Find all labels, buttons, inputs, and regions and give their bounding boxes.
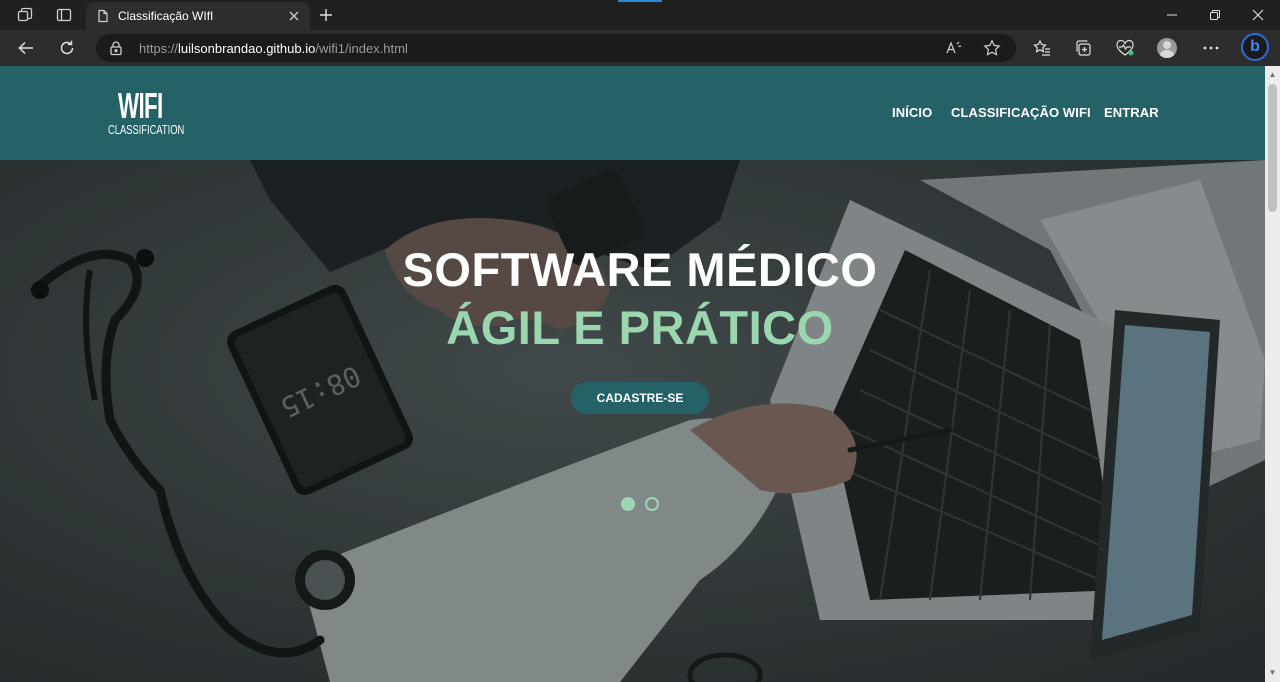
plus-icon[interactable] bbox=[315, 4, 337, 26]
url-text[interactable]: https://luilsonbrandao.github.io/wifi1/i… bbox=[139, 41, 408, 56]
logo-wordmark: WIFI bbox=[118, 85, 163, 126]
browser-toolbar: https://luilsonbrandao.github.io/wifi1/i… bbox=[0, 30, 1280, 66]
url-scheme: https:// bbox=[139, 41, 179, 56]
more-icon[interactable] bbox=[1198, 36, 1224, 60]
performance-icon[interactable] bbox=[1112, 36, 1138, 60]
scrollbar-thumb[interactable] bbox=[1268, 84, 1277, 212]
nav-link-inicio[interactable]: INÍCIO bbox=[892, 105, 932, 120]
site-navbar: WIFI CLASSIFICATION INÍCIO CLASSIFICAÇÃO… bbox=[0, 66, 1265, 160]
close-icon[interactable] bbox=[286, 8, 302, 24]
tab-active[interactable]: Classificação WIfI bbox=[86, 2, 310, 30]
collections-icon[interactable] bbox=[1070, 36, 1096, 60]
tab-drag-indicator bbox=[618, 0, 662, 2]
favorites-list-icon[interactable] bbox=[1029, 36, 1055, 60]
restore-icon[interactable] bbox=[1193, 0, 1237, 30]
tab-title: Classificação WIfI bbox=[118, 9, 214, 23]
tab-actions-icon[interactable] bbox=[53, 4, 75, 26]
scroll-down-arrow-icon[interactable]: ▼ bbox=[1268, 668, 1277, 677]
nav-link-entrar[interactable]: ENTRAR bbox=[1104, 105, 1159, 120]
close-window-icon[interactable] bbox=[1236, 0, 1280, 30]
profile-avatar-icon[interactable] bbox=[1157, 38, 1177, 58]
page-scrollbar[interactable]: ▲ ▼ bbox=[1265, 66, 1280, 682]
nav-link-classificacao-wifi[interactable]: CLASSIFICAÇÃO WIFI bbox=[951, 105, 1091, 120]
url-path: /wifi1/index.html bbox=[315, 41, 408, 56]
workspaces-icon[interactable] bbox=[14, 4, 36, 26]
page-icon bbox=[96, 9, 110, 23]
url-host: luilsonbrandao.github.io bbox=[178, 41, 316, 56]
scroll-up-arrow-icon[interactable]: ▲ bbox=[1268, 70, 1277, 79]
carousel-dot-1[interactable] bbox=[621, 497, 635, 511]
address-bar[interactable]: https://luilsonbrandao.github.io/wifi1/i… bbox=[96, 34, 1016, 62]
lock-icon[interactable] bbox=[108, 40, 124, 56]
back-icon[interactable] bbox=[13, 36, 39, 60]
browser-tab-bar: Classificação WIfI bbox=[0, 0, 1280, 30]
hero-headline-line1: SOFTWARE MÉDICO bbox=[402, 243, 878, 296]
hero-carousel: 08:15 bbox=[0, 160, 1265, 682]
signup-button[interactable]: CADASTRE-SE bbox=[571, 382, 709, 414]
hero-headline-line2: ÁGIL E PRÁTICO bbox=[446, 301, 834, 354]
hero-dim-overlay bbox=[0, 160, 1265, 682]
page-viewport: WIFI CLASSIFICATION INÍCIO CLASSIFICAÇÃO… bbox=[0, 66, 1280, 682]
bing-icon[interactable]: b bbox=[1241, 33, 1269, 61]
logo-subtitle: CLASSIFICATION bbox=[108, 122, 185, 137]
site-logo[interactable]: WIFI CLASSIFICATION bbox=[108, 88, 186, 138]
minimize-icon[interactable] bbox=[1150, 0, 1194, 30]
read-aloud-icon[interactable] bbox=[944, 38, 964, 58]
refresh-icon[interactable] bbox=[54, 36, 80, 60]
carousel-dot-2[interactable] bbox=[645, 497, 659, 511]
favorite-star-icon[interactable] bbox=[982, 38, 1002, 58]
